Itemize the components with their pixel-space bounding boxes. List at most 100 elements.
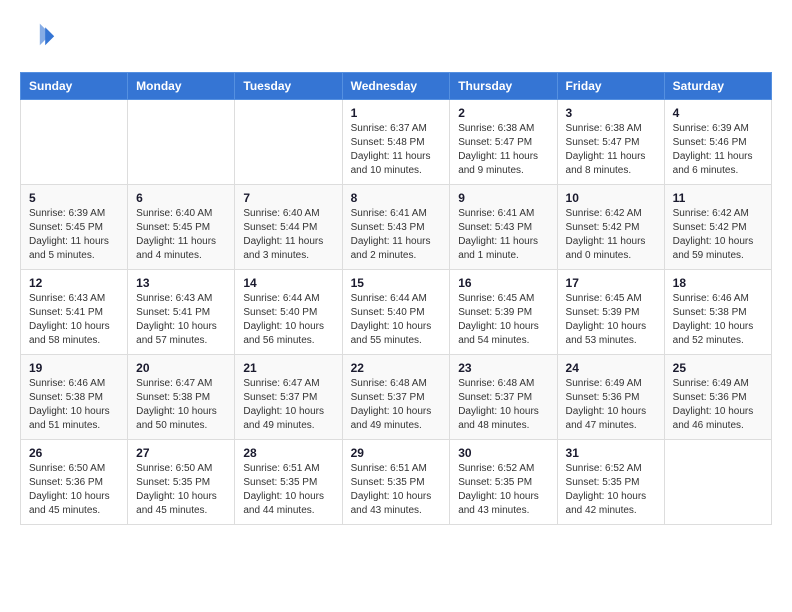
calendar-week-row: 19Sunrise: 6:46 AM Sunset: 5:38 PM Dayli… [21,355,772,440]
day-info: Sunrise: 6:51 AM Sunset: 5:35 PM Dayligh… [351,462,442,518]
day-number: 26 [29,446,119,460]
day-info: Sunrise: 6:44 AM Sunset: 5:40 PM Dayligh… [351,292,442,348]
calendar-cell: 26 Sunrise: 6:50 AM Sunset: 5:36 PM Dayli… [21,440,128,525]
day-info: Sunrise: 6:40 AM Sunset: 5:45 PM Dayligh… [136,207,226,263]
day-number: 31 [566,446,656,460]
day-info: Sunrise: 6:38 AM Sunset: 5:47 PM Dayligh… [566,122,656,178]
day-info: Sunrise: 6:41 AM Sunset: 5:43 PM Dayligh… [458,207,548,263]
calendar-cell: 15 Sunrise: 6:44 AM Sunset: 5:40 PM Dayli… [342,270,450,355]
calendar-cell: 30 Sunrise: 6:52 AM Sunset: 5:35 PM Dayli… [450,440,557,525]
day-info: Sunrise: 6:44 AM Sunset: 5:40 PM Dayligh… [243,292,333,348]
day-number: 21 [243,361,333,375]
day-number: 19 [29,361,119,375]
day-number: 24 [566,361,656,375]
day-info: Sunrise: 6:41 AM Sunset: 5:43 PM Dayligh… [351,207,442,263]
calendar-cell: 23Sunrise: 6:48 AM Sunset: 5:37 PM Dayli… [450,355,557,440]
calendar-cell [21,100,128,185]
day-info: Sunrise: 6:47 AM Sunset: 5:37 PM Dayligh… [243,377,333,433]
page-header [20,20,772,56]
calendar-day-header: Thursday [450,73,557,100]
calendar-cell: 19Sunrise: 6:46 AM Sunset: 5:38 PM Dayli… [21,355,128,440]
day-info: Sunrise: 6:46 AM Sunset: 5:38 PM Dayligh… [673,292,763,348]
day-number: 30 [458,446,548,460]
calendar-cell: 3 Sunrise: 6:38 AM Sunset: 5:47 PM Daylig… [557,100,664,185]
calendar-cell: 2 Sunrise: 6:38 AM Sunset: 5:47 PM Daylig… [450,100,557,185]
day-number: 22 [351,361,442,375]
day-number: 2 [458,106,548,120]
day-info: Sunrise: 6:50 AM Sunset: 5:36 PM Dayligh… [29,462,119,518]
day-info: Sunrise: 6:42 AM Sunset: 5:42 PM Dayligh… [673,207,763,263]
calendar-cell: 1 Sunrise: 6:37 AM Sunset: 5:48 PM Daylig… [342,100,450,185]
day-info: Sunrise: 6:49 AM Sunset: 5:36 PM Dayligh… [566,377,656,433]
day-info: Sunrise: 6:45 AM Sunset: 5:39 PM Dayligh… [458,292,548,348]
calendar-cell: 5Sunrise: 6:39 AM Sunset: 5:45 PM Daylig… [21,185,128,270]
calendar-week-row: 1 Sunrise: 6:37 AM Sunset: 5:48 PM Daylig… [21,100,772,185]
day-number: 25 [673,361,763,375]
calendar-cell: 28 Sunrise: 6:51 AM Sunset: 5:35 PM Dayli… [235,440,342,525]
calendar-cell: 8 Sunrise: 6:41 AM Sunset: 5:43 PM Daylig… [342,185,450,270]
calendar-day-header: Monday [128,73,235,100]
calendar-cell: 17 Sunrise: 6:45 AM Sunset: 5:39 PM Dayli… [557,270,664,355]
day-info: Sunrise: 6:37 AM Sunset: 5:48 PM Dayligh… [351,122,442,178]
calendar-cell [235,100,342,185]
day-info: Sunrise: 6:50 AM Sunset: 5:35 PM Dayligh… [136,462,226,518]
calendar-cell: 11 Sunrise: 6:42 AM Sunset: 5:42 PM Dayli… [664,185,771,270]
day-number: 28 [243,446,333,460]
day-number: 12 [29,276,119,290]
day-info: Sunrise: 6:43 AM Sunset: 5:41 PM Dayligh… [29,292,119,348]
logo [20,20,60,56]
calendar-cell: 21 Sunrise: 6:47 AM Sunset: 5:37 PM Dayli… [235,355,342,440]
calendar-day-header: Sunday [21,73,128,100]
day-number: 16 [458,276,548,290]
day-number: 13 [136,276,226,290]
day-number: 23 [458,361,548,375]
day-info: Sunrise: 6:52 AM Sunset: 5:35 PM Dayligh… [458,462,548,518]
day-number: 10 [566,191,656,205]
calendar-cell: 22Sunrise: 6:48 AM Sunset: 5:37 PM Dayli… [342,355,450,440]
calendar-week-row: 5Sunrise: 6:39 AM Sunset: 5:45 PM Daylig… [21,185,772,270]
day-info: Sunrise: 6:43 AM Sunset: 5:41 PM Dayligh… [136,292,226,348]
day-number: 6 [136,191,226,205]
calendar-cell: 18 Sunrise: 6:46 AM Sunset: 5:38 PM Dayli… [664,270,771,355]
day-number: 11 [673,191,763,205]
calendar-cell: 4 Sunrise: 6:39 AM Sunset: 5:46 PM Daylig… [664,100,771,185]
day-number: 20 [136,361,226,375]
day-info: Sunrise: 6:45 AM Sunset: 5:39 PM Dayligh… [566,292,656,348]
day-number: 18 [673,276,763,290]
logo-icon [20,20,56,56]
day-number: 15 [351,276,442,290]
day-info: Sunrise: 6:52 AM Sunset: 5:35 PM Dayligh… [566,462,656,518]
day-info: Sunrise: 6:47 AM Sunset: 5:38 PM Dayligh… [136,377,226,433]
day-info: Sunrise: 6:42 AM Sunset: 5:42 PM Dayligh… [566,207,656,263]
calendar-cell: 16 Sunrise: 6:45 AM Sunset: 5:39 PM Dayli… [450,270,557,355]
day-info: Sunrise: 6:39 AM Sunset: 5:46 PM Dayligh… [673,122,763,178]
day-number: 29 [351,446,442,460]
calendar-cell: 14 Sunrise: 6:44 AM Sunset: 5:40 PM Dayli… [235,270,342,355]
day-number: 1 [351,106,442,120]
day-number: 8 [351,191,442,205]
calendar-day-header: Saturday [664,73,771,100]
calendar-cell [128,100,235,185]
calendar-week-row: 26 Sunrise: 6:50 AM Sunset: 5:36 PM Dayli… [21,440,772,525]
calendar-week-row: 12 Sunrise: 6:43 AM Sunset: 5:41 PM Dayli… [21,270,772,355]
calendar-cell: 10 Sunrise: 6:42 AM Sunset: 5:42 PM Dayli… [557,185,664,270]
calendar-cell: 25 Sunrise: 6:49 AM Sunset: 5:36 PM Dayli… [664,355,771,440]
calendar-day-header: Tuesday [235,73,342,100]
day-info: Sunrise: 6:38 AM Sunset: 5:47 PM Dayligh… [458,122,548,178]
calendar-cell: 9Sunrise: 6:41 AM Sunset: 5:43 PM Daylig… [450,185,557,270]
calendar-cell: 31 Sunrise: 6:52 AM Sunset: 5:35 PM Dayli… [557,440,664,525]
day-number: 7 [243,191,333,205]
day-info: Sunrise: 6:40 AM Sunset: 5:44 PM Dayligh… [243,207,333,263]
calendar-cell: 7 Sunrise: 6:40 AM Sunset: 5:44 PM Daylig… [235,185,342,270]
day-number: 3 [566,106,656,120]
day-number: 4 [673,106,763,120]
calendar-cell [664,440,771,525]
calendar-cell: 24 Sunrise: 6:49 AM Sunset: 5:36 PM Dayli… [557,355,664,440]
calendar-cell: 12 Sunrise: 6:43 AM Sunset: 5:41 PM Dayli… [21,270,128,355]
day-number: 17 [566,276,656,290]
calendar-day-header: Wednesday [342,73,450,100]
calendar-cell: 29 Sunrise: 6:51 AM Sunset: 5:35 PM Dayli… [342,440,450,525]
day-info: Sunrise: 6:49 AM Sunset: 5:36 PM Dayligh… [673,377,763,433]
day-info: Sunrise: 6:51 AM Sunset: 5:35 PM Dayligh… [243,462,333,518]
day-number: 14 [243,276,333,290]
